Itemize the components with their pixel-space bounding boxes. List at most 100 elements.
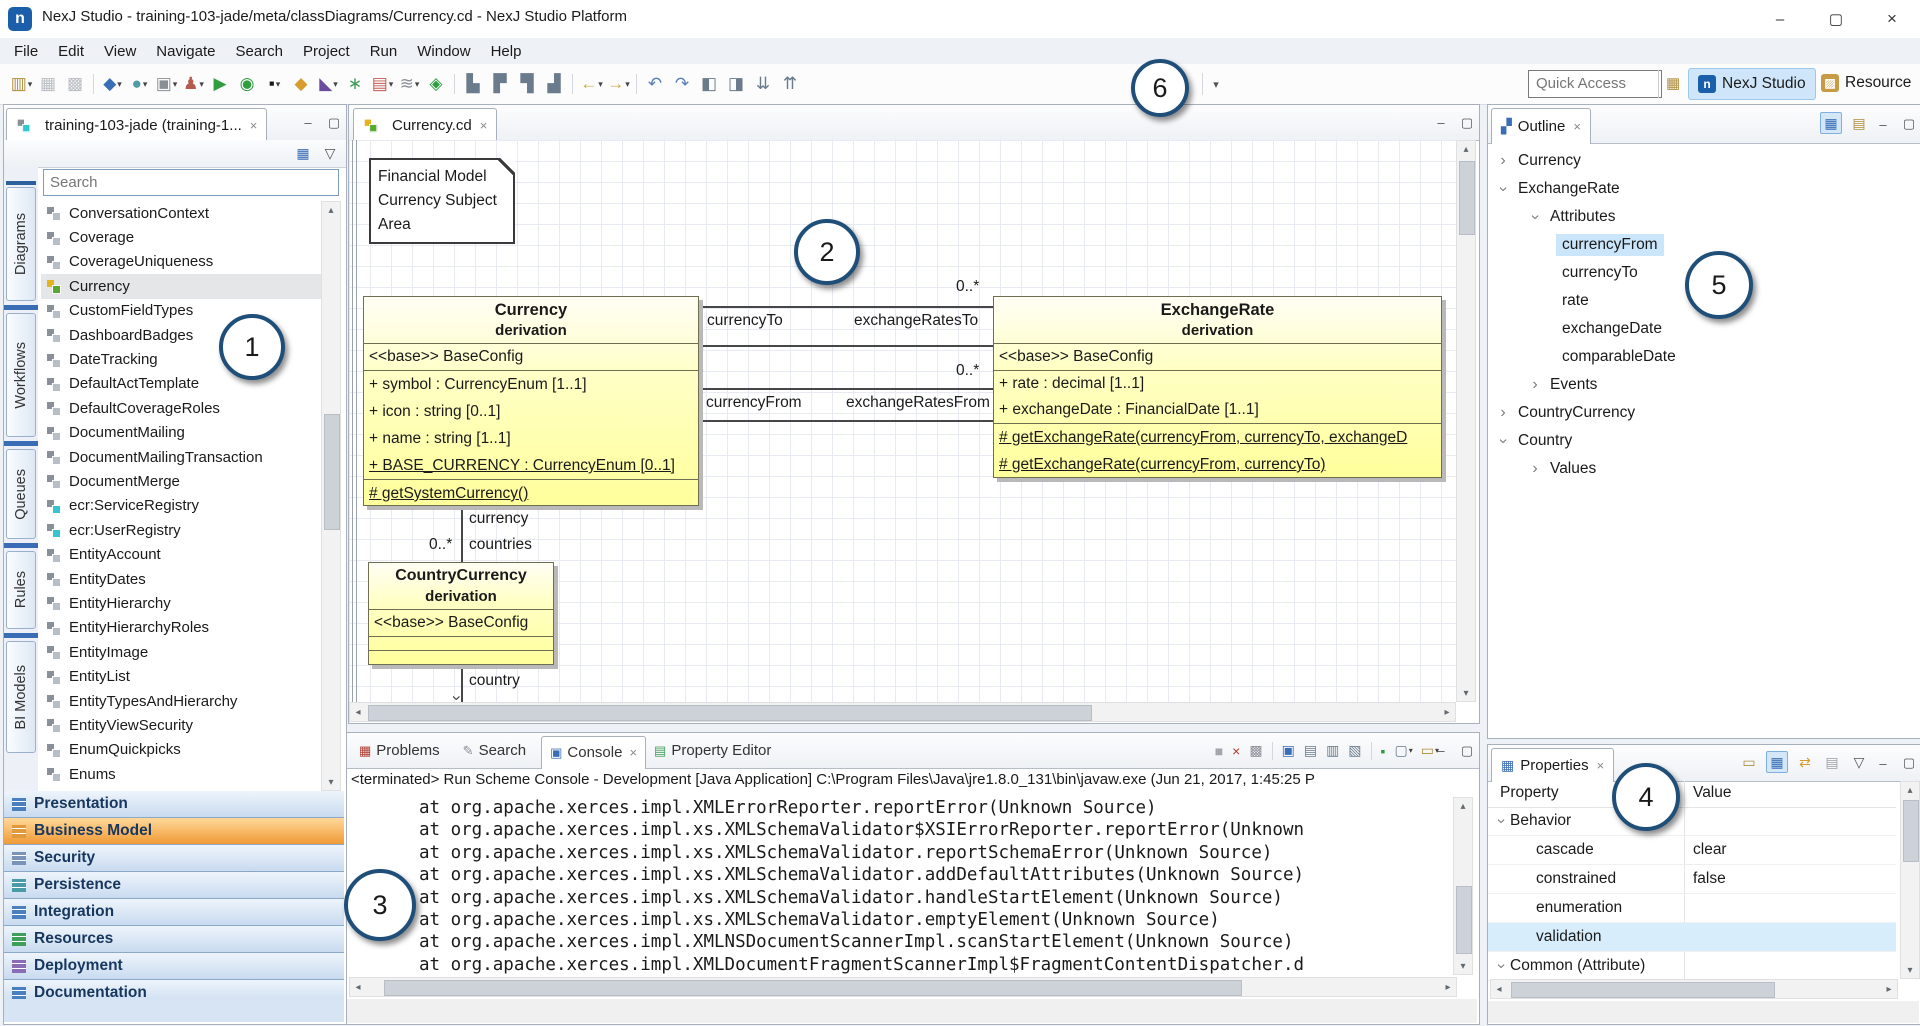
toolbar-icon[interactable]: ▥▾ [8, 71, 35, 97]
console-toolbar-icon[interactable]: ▧ [1348, 742, 1362, 759]
maximize-panel-icon[interactable]: ▢ [1459, 115, 1475, 131]
console-toolbar-icon[interactable]: ■ [1215, 743, 1224, 759]
class-box-countrycurrency[interactable]: CountryCurrency derivation <<base>> Base… [368, 562, 554, 665]
association-line-countries[interactable] [461, 506, 463, 562]
toolbar-icon[interactable]: ◆▾ [99, 71, 126, 97]
property-value[interactable]: false [1693, 870, 1726, 888]
diagram-canvas[interactable]: Financial ModelCurrency SubjectArea curr… [349, 140, 1456, 702]
close-icon[interactable]: × [1573, 119, 1581, 134]
scrollbar-thumb[interactable] [368, 705, 1092, 721]
properties-vertical-scrollbar[interactable]: ▴ ▾ [1900, 781, 1920, 979]
toolbar-icon[interactable]: ◧ [696, 71, 723, 97]
scrollbar-thumb[interactable] [1903, 800, 1919, 862]
property-row[interactable]: cascade clear [1488, 836, 1896, 865]
toolbar-icon[interactable] [632, 71, 642, 97]
editor-horizontal-scrollbar[interactable]: ◂ ▸ [349, 702, 1456, 722]
toolbar-icon[interactable]: ≋▾ [396, 71, 423, 97]
outline-item[interactable]: › Attributes [1488, 203, 1898, 231]
close-icon[interactable]: × [480, 118, 488, 133]
editor-tab-currency-cd[interactable]: Currency.cd × [353, 108, 497, 141]
maximize-panel-icon[interactable]: ▢ [1901, 755, 1917, 771]
scrollbar-thumb[interactable] [384, 980, 1242, 996]
console-horizontal-scrollbar[interactable]: ◂ ▸ [349, 977, 1457, 997]
toolbar-icon[interactable]: ▜ [514, 71, 541, 97]
side-tab[interactable]: Queues [6, 449, 36, 539]
diagram-note[interactable]: Financial ModelCurrency SubjectArea [369, 158, 515, 244]
scroll-left-icon[interactable]: ◂ [1491, 980, 1507, 998]
outline-tab[interactable]: ▞ Outline × [1491, 108, 1591, 144]
class-box-exchangerate[interactable]: ExchangeRate derivation <<base>> BaseCon… [993, 296, 1442, 478]
attribute-row[interactable]: + exchangeDate : FinancialDate [1..1] [994, 397, 1441, 423]
toolbar-icon[interactable]: ←▾ [578, 71, 605, 97]
minimize-panel-icon[interactable]: – [1433, 115, 1449, 130]
toolbar-icon[interactable]: ◣▾ [315, 71, 342, 97]
list-item[interactable]: ecr:ServiceRegistry [41, 494, 321, 518]
toolbar-icon[interactable]: ⇈ [777, 71, 804, 97]
console-area-tab[interactable]: ✎ Search [455, 733, 541, 768]
toolbar-icon[interactable]: →▾ [605, 71, 632, 97]
properties-toolbar-icon[interactable]: ▦ [1766, 751, 1788, 773]
expand-arrow-icon[interactable]: › [1526, 208, 1544, 226]
outline-item[interactable]: currencyFrom [1488, 231, 1898, 259]
navigator-vertical-scrollbar[interactable]: ▴ ▾ [321, 201, 341, 791]
scrollbar-thumb[interactable] [1459, 161, 1475, 235]
properties-toolbar-icon[interactable]: ⇄ [1795, 752, 1815, 772]
toolbar-icon[interactable]: ▪▾ [261, 71, 288, 97]
attribute-row[interactable]: + BASE_CURRENCY : CurrencyEnum [0..1] [364, 452, 698, 479]
navigator-toolbar-icon[interactable]: ▽ [320, 143, 340, 163]
console-toolbar-icon[interactable]: ▣ [1282, 742, 1296, 759]
menu-item[interactable]: Run [360, 43, 408, 60]
console-output[interactable]: at org.apache.xerces.impl.XMLErrorReport… [347, 797, 1453, 975]
operation-row[interactable]: # getExchangeRate(currencyFrom, currency… [994, 424, 1441, 451]
properties-toolbar-icon[interactable]: ▽ [1849, 752, 1869, 772]
properties-tab[interactable]: ▦ Properties × [1491, 748, 1614, 782]
category-bar[interactable]: Persistence [4, 872, 344, 899]
toolbar-icon[interactable]: ◉ [234, 71, 261, 97]
category-bar[interactable]: Business Model [4, 818, 344, 845]
toolbar-icon[interactable]: ▛ [487, 71, 514, 97]
scroll-down-icon[interactable]: ▾ [1901, 962, 1919, 978]
property-row[interactable]: enumeration [1488, 894, 1896, 923]
console-area-tab[interactable]: ▣ Console × [541, 736, 646, 769]
toolbar-icon[interactable]: ↶ [642, 71, 669, 97]
toolbar-icon[interactable]: ▙ [460, 71, 487, 97]
scrollbar-thumb[interactable] [324, 414, 340, 530]
list-item[interactable]: EntityTypesAndHierarchy [41, 689, 321, 713]
list-item[interactable]: DocumentMailingTransaction [41, 445, 321, 469]
category-bar[interactable]: Integration [4, 899, 344, 926]
list-item[interactable]: EntityDates [41, 567, 321, 591]
operation-row[interactable]: # getExchangeRate(currencyFrom, currency… [994, 451, 1441, 478]
attribute-row[interactable]: + symbol : CurrencyEnum [1..1] [364, 371, 698, 398]
navigator-toolbar-icon[interactable]: ▦ [293, 143, 313, 163]
side-tab[interactable]: Rules [6, 551, 36, 629]
scroll-up-icon[interactable]: ▴ [1901, 782, 1919, 798]
toolbar-icon[interactable]: ♟▾ [180, 71, 207, 97]
list-item[interactable]: EntityHierarchyRoles [41, 616, 321, 640]
search-input[interactable] [43, 169, 339, 196]
expand-arrow-icon[interactable]: › [1526, 460, 1544, 478]
maximize-panel-icon[interactable]: ▢ [1901, 116, 1917, 132]
toolbar-icon[interactable] [568, 71, 578, 97]
expand-arrow-icon[interactable]: › [1494, 404, 1512, 422]
close-window-button[interactable]: × [1864, 0, 1920, 38]
list-item[interactable]: CoverageUniqueness [41, 250, 321, 274]
close-icon[interactable]: × [1597, 758, 1605, 773]
toolbar-icon[interactable]: ◨ [723, 71, 750, 97]
category-bar[interactable]: Deployment [4, 953, 344, 980]
list-item[interactable]: ConversationContext [41, 201, 321, 225]
side-tab[interactable]: Diagrams [6, 187, 36, 301]
open-perspective-icon[interactable]: ▦ [1666, 74, 1680, 92]
minimize-panel-icon[interactable]: – [300, 115, 316, 130]
toolbar-icon[interactable]: ▶ [207, 71, 234, 97]
expand-arrow-icon[interactable]: › [1494, 152, 1512, 170]
expand-arrow-icon[interactable]: › [1492, 957, 1510, 975]
list-item[interactable]: EntityViewSecurity [41, 713, 321, 737]
scroll-right-icon[interactable]: ▸ [1439, 703, 1455, 721]
toolbar-icon[interactable]: ▤▾ [369, 71, 396, 97]
class-box-currency[interactable]: Currency derivation <<base>> BaseConfig … [363, 296, 699, 506]
side-tab[interactable]: Workflows [6, 313, 36, 437]
minimize-window-button[interactable]: – [1752, 0, 1808, 38]
list-item[interactable]: ecr:UserRegistry [41, 518, 321, 542]
console-area-tab[interactable]: ▤ Property Editor [646, 733, 786, 768]
property-row[interactable]: › Behavior [1488, 807, 1896, 836]
